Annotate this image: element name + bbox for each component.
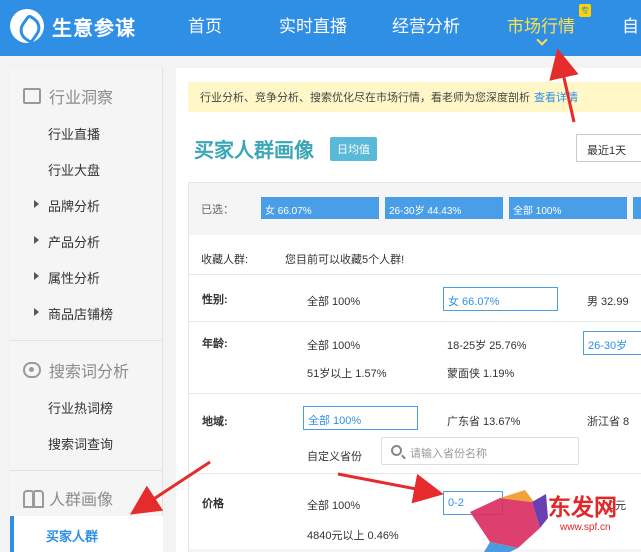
sidebar-section-label: 行业洞察	[49, 90, 114, 107]
search-icon	[391, 445, 402, 456]
watermark-title: 东发网	[548, 494, 617, 521]
leaf-logo-icon	[10, 9, 44, 43]
favorites-text: 您目前可以收藏5个人群!	[285, 254, 405, 266]
nav-market[interactable]: 市场行情	[507, 12, 575, 37]
price-option-4840-plus[interactable]: 4840元以上 0.46%	[307, 527, 399, 543]
sidebar-divider	[10, 340, 163, 341]
nav-home[interactable]: 首页	[188, 12, 222, 37]
sidebar-section-industry[interactable]: 行业洞察	[10, 84, 163, 108]
favorites-label: 收藏人群:	[201, 254, 249, 266]
sidebar: 行业洞察 行业直播 行业大盘 品牌分析 产品分析 属性分析 商品店铺榜 搜索词分…	[10, 68, 163, 552]
selected-chip-more[interactable]	[633, 197, 641, 219]
row-divider	[189, 393, 641, 394]
age-option-51-plus[interactable]: 51岁以上 1.57%	[307, 365, 386, 381]
region-option-zhejiang[interactable]: 浙江省 8	[587, 413, 629, 429]
nav-more[interactable]: 自	[622, 12, 639, 37]
brand-name: 生意参谋	[52, 17, 136, 40]
notice-text: 行业分析、竞争分析、搜索优化尽在市场行情，看老师为您深度剖析	[200, 92, 530, 104]
selected-row: 已选： 女 66.07% 26-30岁 44.43% 全部 100%	[189, 183, 641, 235]
row-divider	[189, 321, 641, 322]
nav-pro-badge: 专	[579, 4, 591, 17]
date-range-select[interactable]: 最近1天	[576, 134, 641, 162]
page-title: 买家人群画像	[194, 140, 314, 162]
sidebar-section-audience[interactable]: 人群画像	[10, 486, 163, 510]
sidebar-item-brand[interactable]: 品牌分析	[10, 196, 163, 215]
people-icon	[23, 490, 44, 508]
gender-option-female[interactable]: 女 66.07%	[443, 287, 558, 311]
sidebar-item-hot-words[interactable]: 行业热词榜	[10, 398, 163, 417]
top-navigation-bar: 生意参谋 首页 实时直播 经营分析 市场行情 专 自	[0, 0, 641, 56]
daily-average-tag: 日均值	[330, 137, 377, 161]
sidebar-section-search[interactable]: 搜索词分析	[10, 358, 163, 382]
main-content: 行业分析、竞争分析、搜索优化尽在市场行情，看老师为您深度剖析 查看详情 买家人群画…	[176, 68, 641, 552]
sidebar-item-product[interactable]: 产品分析	[10, 232, 163, 251]
notice-banner: 行业分析、竞争分析、搜索优化尽在市场行情，看老师为您深度剖析 查看详情	[188, 82, 641, 112]
sidebar-section-label: 人群画像	[49, 492, 114, 509]
price-label: 价格	[202, 498, 224, 510]
age-option-all[interactable]: 全部 100%	[307, 337, 360, 353]
region-option-all[interactable]: 全部 100%	[303, 406, 418, 430]
price-option-all[interactable]: 全部 100%	[307, 497, 360, 513]
sidebar-divider	[10, 470, 163, 471]
favorites-row: 收藏人群: 您目前可以收藏5个人群!	[189, 235, 641, 275]
notice-link[interactable]: 查看详情	[534, 92, 578, 104]
gender-option-all[interactable]: 全部 100%	[307, 293, 360, 309]
custom-province-label: 自定义省份	[307, 451, 362, 463]
sidebar-item-buyer-audience[interactable]: 买家人群	[46, 526, 98, 545]
selected-chip-gender[interactable]: 女 66.07%	[261, 197, 379, 219]
selected-chip-region[interactable]: 全部 100%	[509, 197, 627, 219]
watermark-url: www.spf.cn	[560, 522, 611, 533]
row-divider	[189, 473, 641, 474]
region-label: 地域:	[202, 416, 228, 428]
sidebar-item-word-query[interactable]: 搜索词查询	[10, 434, 163, 453]
province-search-input[interactable]: 请输入省份名称	[381, 437, 579, 465]
sidebar-section-label: 搜索词分析	[49, 364, 130, 381]
province-search-placeholder: 请输入省份名称	[410, 448, 487, 460]
gender-label: 性别:	[202, 294, 228, 306]
age-option-18-25[interactable]: 18-25岁 25.76%	[447, 337, 527, 353]
eye-icon	[23, 362, 41, 378]
region-option-guangdong[interactable]: 广东省 13.67%	[447, 413, 520, 429]
nav-business-analysis[interactable]: 经营分析	[392, 12, 460, 37]
age-option-masked[interactable]: 蒙面侠 1.19%	[447, 365, 514, 381]
sidebar-item-industry-overview[interactable]: 行业大盘	[10, 160, 163, 179]
sidebar-item-attribute[interactable]: 属性分析	[10, 268, 163, 287]
age-label: 年龄:	[202, 338, 228, 350]
monitor-icon	[23, 88, 41, 104]
selected-chip-age[interactable]: 26-30岁 44.43%	[385, 197, 503, 219]
nav-realtime[interactable]: 实时直播	[279, 12, 347, 37]
gender-option-male[interactable]: 男 32.99	[587, 293, 629, 309]
selected-label: 已选：	[201, 204, 234, 216]
brand-logo[interactable]: 生意参谋	[10, 9, 136, 43]
age-option-26-30[interactable]: 26-30岁	[583, 331, 641, 355]
sidebar-item-shop-rank[interactable]: 商品店铺榜	[10, 304, 163, 323]
sidebar-item-industry-live[interactable]: 行业直播	[10, 124, 163, 143]
